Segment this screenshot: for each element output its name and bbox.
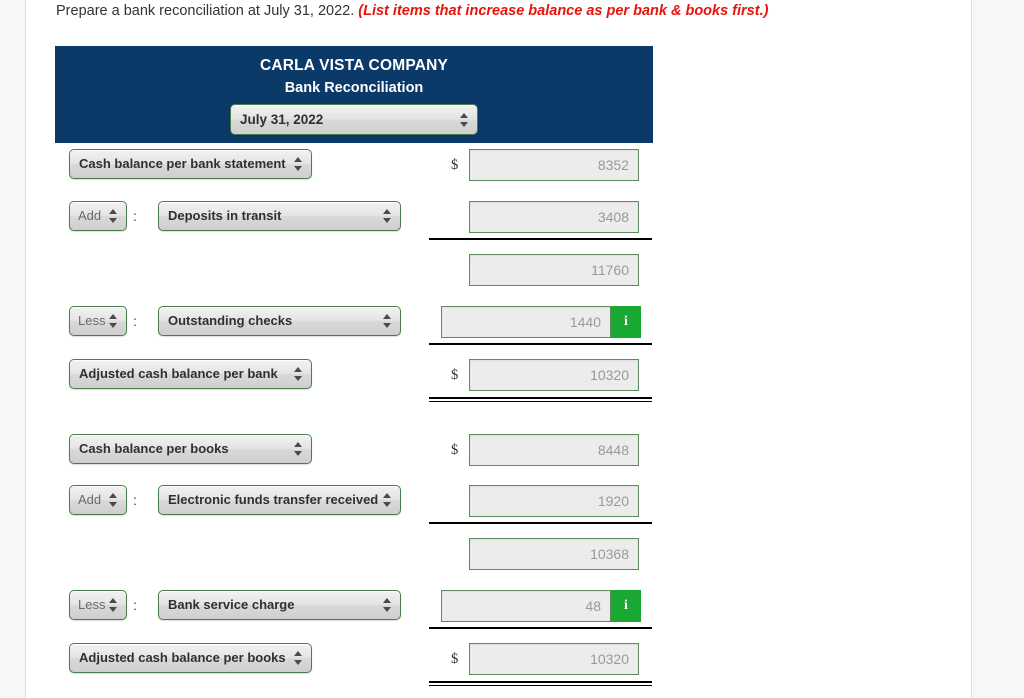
chevron-updown-icon <box>109 492 118 508</box>
input-books-add-value: 1920 <box>597 493 629 509</box>
chevron-updown-icon <box>109 313 118 329</box>
company-name: CARLA VISTA COMPANY <box>259 57 449 74</box>
select-bank-add-prefix-label: Add <box>78 208 102 223</box>
card-header: CARLA VISTA COMPANY Bank Reconciliation … <box>55 46 653 143</box>
row-books-subtotal: 10368 <box>55 538 653 572</box>
select-books-less-item-label: Bank service charge <box>168 597 295 612</box>
input-bank-balance-amount[interactable]: 8352 <box>469 149 639 181</box>
row-books-less: Less : Bank service charge 48 i <box>55 590 653 624</box>
select-bank-add-item-label: Deposits in transit <box>168 208 282 223</box>
row-bank-adjusted: Adjusted cash balance per bank $ 10320 <box>55 359 653 393</box>
info-icon-books-less[interactable]: i <box>611 590 641 622</box>
select-bank-add-prefix[interactable]: Add <box>69 201 127 231</box>
instruction-hint: (List items that increase balance as per… <box>358 3 769 19</box>
select-books-less-prefix[interactable]: Less <box>69 590 127 620</box>
date-select-wrapper: July 31, 2022 <box>55 104 653 135</box>
select-bank-less-prefix-label: Less <box>78 313 106 328</box>
input-books-adjusted-amount[interactable]: 10320 <box>469 643 639 675</box>
input-bank-adjusted-amount[interactable]: 10320 <box>469 359 639 391</box>
select-adjusted-balance-per-bank-label: Adjusted cash balance per bank <box>79 366 278 381</box>
row-bank-add: Add : Deposits in transit 3408 <box>55 201 653 235</box>
input-books-adjusted-value: 10320 <box>590 651 629 667</box>
currency-symbol: $ <box>451 157 459 173</box>
input-bank-adjusted-value: 10320 <box>590 367 629 383</box>
chevron-updown-icon <box>294 366 303 382</box>
input-bank-balance-value: 8352 <box>597 157 629 173</box>
instruction-text: Prepare a bank reconciliation at July 31… <box>56 3 768 19</box>
select-bank-add-item[interactable]: Deposits in transit <box>158 201 401 231</box>
chevron-updown-icon <box>294 156 303 172</box>
total-rule-books <box>429 681 652 686</box>
input-bank-subtotal-value: 11760 <box>591 262 629 278</box>
input-bank-add-value: 3408 <box>597 209 629 225</box>
subtotal-rule-bank-2 <box>429 343 652 345</box>
input-books-add-amount[interactable]: 1920 <box>469 485 639 517</box>
date-select-value: July 31, 2022 <box>240 112 324 127</box>
currency-symbol: $ <box>451 651 459 667</box>
statement-title: Bank Reconciliation <box>284 80 424 96</box>
select-cash-balance-per-bank[interactable]: Cash balance per bank statement <box>69 149 312 179</box>
info-icon-bank-less[interactable]: i <box>611 306 641 338</box>
select-books-add-item[interactable]: Electronic funds transfer received <box>158 485 401 515</box>
select-books-less-prefix-label: Less <box>78 597 106 612</box>
select-books-less-item[interactable]: Bank service charge <box>158 590 401 620</box>
row-books-add: Add : Electronic funds transfer received… <box>55 485 653 519</box>
select-books-add-prefix-label: Add <box>78 492 102 507</box>
chevron-updown-icon <box>109 208 118 224</box>
row-books-balance: Cash balance per books $ 8448 <box>55 434 653 468</box>
chevron-updown-icon <box>383 313 392 329</box>
date-select[interactable]: July 31, 2022 <box>230 104 478 135</box>
content-pane: Prepare a bank reconciliation at July 31… <box>25 0 972 698</box>
select-cash-balance-per-books-label: Cash balance per books <box>79 441 229 456</box>
subtotal-rule-books-2 <box>429 627 652 629</box>
input-books-balance-value: 8448 <box>597 442 629 458</box>
select-adjusted-balance-per-books[interactable]: Adjusted cash balance per books <box>69 643 312 673</box>
chevron-updown-icon <box>109 597 118 613</box>
select-cash-balance-per-bank-label: Cash balance per bank statement <box>79 156 286 171</box>
row-bank-balance: Cash balance per bank statement $ 8352 <box>55 149 653 183</box>
row-bank-subtotal: 11760 <box>55 254 653 288</box>
instruction-main: Prepare a bank reconciliation at July 31… <box>56 3 355 19</box>
total-rule-bank <box>429 397 652 402</box>
select-bank-less-prefix[interactable]: Less <box>69 306 127 336</box>
currency-symbol: $ <box>451 442 459 458</box>
input-bank-less-amount[interactable]: 1440 <box>441 306 611 338</box>
row-books-adjusted: Adjusted cash balance per books $ 10320 <box>55 643 653 677</box>
select-bank-less-item[interactable]: Outstanding checks <box>158 306 401 336</box>
bank-add-colon: : <box>133 208 137 224</box>
input-books-less-value: 48 <box>585 598 601 614</box>
subtotal-rule-bank <box>429 238 652 240</box>
page-root: Prepare a bank reconciliation at July 31… <box>0 0 1024 698</box>
select-books-add-item-label: Electronic funds transfer received <box>168 492 379 507</box>
input-books-less-amount[interactable]: 48 <box>441 590 611 622</box>
select-cash-balance-per-books[interactable]: Cash balance per books <box>69 434 312 464</box>
chevron-updown-icon <box>383 208 392 224</box>
chevron-updown-icon <box>294 650 303 666</box>
select-bank-less-item-label: Outstanding checks <box>168 313 293 328</box>
row-bank-less: Less : Outstanding checks 1440 i <box>55 306 653 340</box>
input-bank-subtotal-amount[interactable]: 11760 <box>469 254 639 286</box>
chevron-updown-icon <box>383 492 392 508</box>
input-books-balance-amount[interactable]: 8448 <box>469 434 639 466</box>
select-adjusted-balance-per-books-label: Adjusted cash balance per books <box>79 650 286 665</box>
books-add-colon: : <box>133 492 137 508</box>
chevron-updown-icon <box>460 112 469 128</box>
currency-symbol: $ <box>451 367 459 383</box>
bank-reconciliation-card: CARLA VISTA COMPANY Bank Reconciliation … <box>55 46 653 698</box>
input-bank-less-value: 1440 <box>569 314 601 330</box>
books-less-colon: : <box>133 597 137 613</box>
select-books-add-prefix[interactable]: Add <box>69 485 127 515</box>
chevron-updown-icon <box>383 597 392 613</box>
chevron-updown-icon <box>294 441 303 457</box>
input-bank-add-amount[interactable]: 3408 <box>469 201 639 233</box>
select-adjusted-balance-per-bank[interactable]: Adjusted cash balance per bank <box>69 359 312 389</box>
input-books-subtotal-amount[interactable]: 10368 <box>469 538 639 570</box>
subtotal-rule-books <box>429 522 652 524</box>
input-books-subtotal-value: 10368 <box>590 546 629 562</box>
bank-less-colon: : <box>133 313 137 329</box>
card-body: Cash balance per bank statement $ 8352 A… <box>55 143 653 698</box>
